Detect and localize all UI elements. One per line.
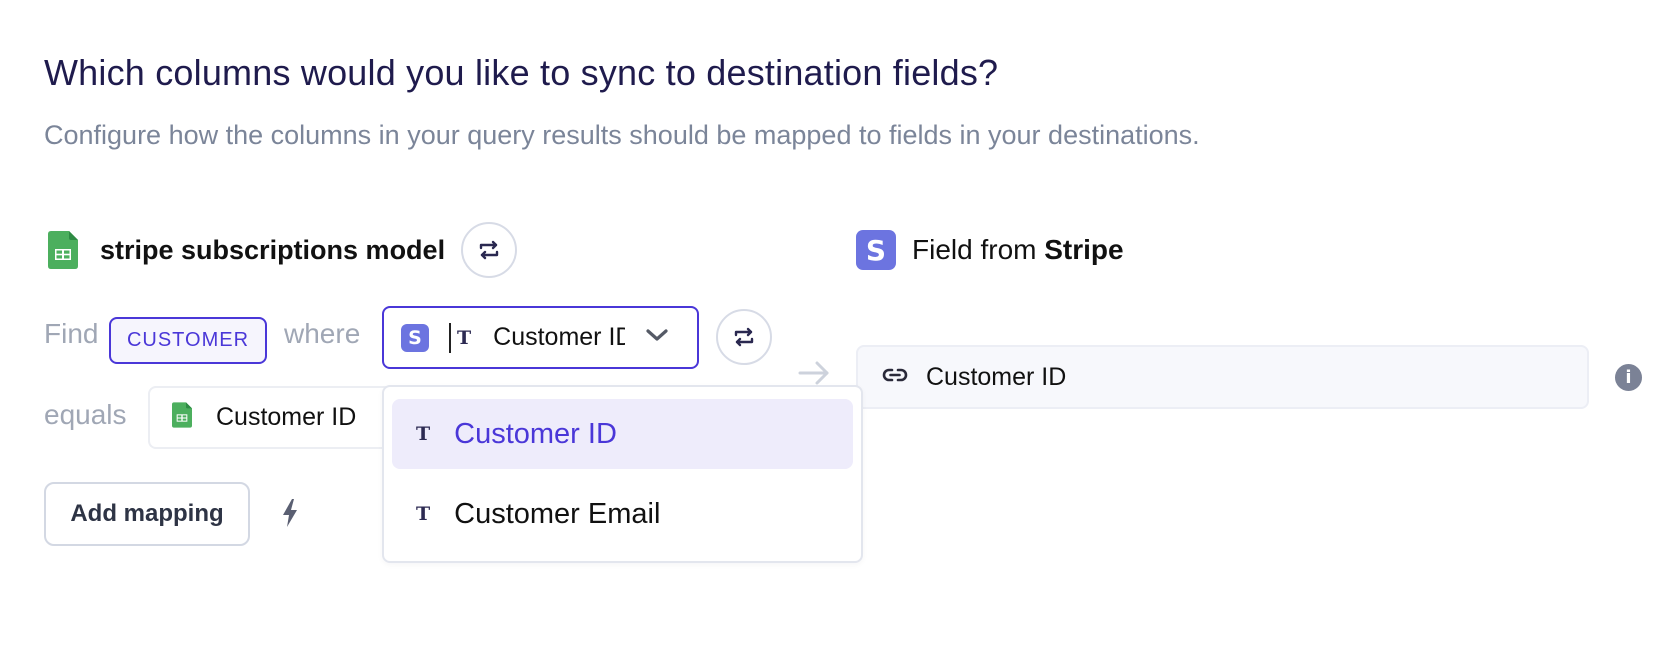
entity-badge[interactable]: CUSTOMER <box>109 317 267 364</box>
dropdown-option-customer-email[interactable]: T Customer Email <box>392 479 853 549</box>
where-label: where <box>284 318 361 349</box>
dropdown-option-label: Customer Email <box>454 497 661 530</box>
dropdown-option-customer-id[interactable]: T Customer ID <box>392 399 853 469</box>
text-type-icon: T <box>416 423 431 445</box>
page-subtitle: Configure how the columns in your query … <box>44 120 1200 150</box>
equals-label: equals <box>44 399 127 430</box>
google-sheets-icon <box>48 231 78 269</box>
destination-name: Stripe <box>1044 234 1124 265</box>
stripe-logo: S <box>856 230 896 270</box>
text-type-icon: T <box>416 503 431 525</box>
swap-icon <box>479 240 499 260</box>
lightning-icon[interactable] <box>280 498 300 533</box>
swap-match-button[interactable] <box>716 309 772 365</box>
source-header: stripe subscriptions model <box>48 220 518 280</box>
add-mapping-button[interactable]: Add mapping <box>44 482 250 546</box>
link-icon <box>882 367 908 388</box>
stripe-logo: S <box>401 323 429 352</box>
source-model-name: stripe subscriptions model <box>100 234 446 265</box>
swap-source-button[interactable] <box>461 222 518 278</box>
chevron-down-icon <box>645 327 669 348</box>
source-column-value: Customer ID <box>216 403 357 431</box>
destination-header: S Field from Stripe <box>856 230 1124 270</box>
swap-icon <box>734 327 754 347</box>
destination-label-prefix: Field from <box>912 234 1037 265</box>
info-icon[interactable]: i <box>1615 364 1642 391</box>
match-field-select[interactable]: S T Customer ID <box>382 306 699 369</box>
text-type-icon: T <box>457 326 472 349</box>
select-value: Customer ID <box>493 323 626 351</box>
destination-field[interactable]: Customer ID <box>856 345 1589 409</box>
destination-label: Field from Stripe <box>912 234 1124 266</box>
destination-field-value: Customer ID <box>926 362 1067 391</box>
text-cursor <box>449 322 451 353</box>
field-dropdown-menu: T Customer ID T Customer Email <box>382 385 863 563</box>
google-sheets-icon <box>172 402 192 433</box>
find-label: Find <box>44 318 99 349</box>
dropdown-option-label: Customer ID <box>454 417 617 450</box>
page-title: Which columns would you like to sync to … <box>44 52 999 93</box>
mapping-page: Which columns would you like to sync to … <box>0 0 1678 648</box>
